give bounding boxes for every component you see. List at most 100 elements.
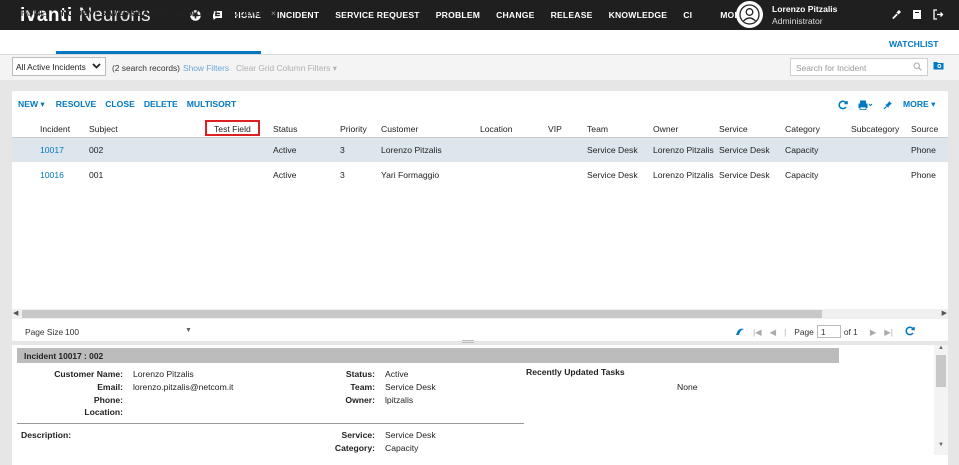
cell-service: Service Desk: [719, 170, 770, 180]
column-header-category[interactable]: Category: [785, 124, 820, 134]
team-value: Service Desk: [385, 382, 436, 392]
nav-problem[interactable]: PROBLEM: [436, 10, 480, 20]
pager-controls: |◀ ◀ | Page 1 of 1 ▶ ▶|: [735, 325, 923, 338]
scroll-right-icon[interactable]: ▶: [942, 309, 947, 317]
logout-icon[interactable]: [932, 8, 944, 20]
customer-name-value: Lorenzo Pitzalis: [133, 369, 194, 379]
column-header-source[interactable]: Source: [911, 124, 938, 134]
detail-divider: [17, 423, 524, 424]
scroll-left-icon[interactable]: ◀: [13, 309, 18, 317]
column-header-incident[interactable]: Incident: [40, 124, 70, 134]
column-header-owner[interactable]: Owner: [653, 124, 678, 134]
owner-label: Owner:: [345, 395, 375, 405]
cell-owner: Lorenzo Pitzalis: [653, 170, 714, 180]
cell-source: Phone: [911, 170, 936, 180]
detail-header: Incident 10017 : 002: [17, 348, 839, 363]
owner-value: lpitzalis: [385, 395, 414, 405]
user-role: Administrator: [772, 15, 823, 26]
panel-resize-handle[interactable]: [462, 340, 474, 343]
page-size-caret-icon[interactable]: ▼: [185, 327, 192, 334]
nav-knowledge[interactable]: KNOWLEDGE: [609, 10, 668, 20]
cell-team: Service Desk: [587, 170, 638, 180]
page-size-select[interactable]: 100: [65, 327, 79, 337]
service-label: Service:: [341, 430, 375, 440]
search-icon[interactable]: [913, 62, 922, 73]
avatar[interactable]: [736, 1, 763, 28]
tab-label: INCIDENT SAVED SEARCH: ALL ACTIVE INCIDE…: [59, 8, 268, 18]
column-header-priority[interactable]: Priority: [340, 124, 367, 134]
column-header-customer[interactable]: Customer: [381, 124, 418, 134]
saved-search-value: All Active Incidents: [16, 62, 86, 72]
location-label: Location:: [84, 407, 123, 417]
new-button[interactable]: NEW ▾: [18, 99, 45, 110]
cell-service: Service Desk: [719, 145, 770, 155]
first-page-icon[interactable]: |◀: [753, 327, 762, 337]
nav-ci[interactable]: CI: [683, 10, 692, 20]
tab-home[interactable]: HOME: [21, 8, 46, 18]
column-header-status[interactable]: Status: [273, 124, 297, 134]
page-size-label: Page Size: [25, 327, 64, 337]
cell-owner: Lorenzo Pitzalis: [653, 145, 714, 155]
multisort-button[interactable]: MULTISORT: [187, 99, 237, 110]
folder-search-icon[interactable]: [933, 61, 944, 72]
column-header-subject[interactable]: Subject: [89, 124, 118, 134]
detail-vertical-scrollbar[interactable]: ▲ ▼: [934, 345, 948, 455]
recently-updated-tasks-title: Recently Updated Tasks: [526, 367, 625, 377]
cell-incident[interactable]: 10017: [40, 145, 64, 155]
search-input[interactable]: Search for Incident: [790, 58, 928, 76]
scrollbar-thumb[interactable]: [936, 355, 946, 387]
watchlist-button[interactable]: WATCHLIST: [889, 39, 939, 49]
cell-status: Active: [273, 145, 297, 155]
refresh-icon[interactable]: [905, 326, 915, 338]
delete-button[interactable]: DELETE: [144, 99, 178, 110]
nav-release[interactable]: RELEASE: [551, 10, 593, 20]
show-filters-link[interactable]: Show Filters: [183, 63, 229, 73]
nav-incident[interactable]: INCIDENT: [277, 10, 319, 20]
column-header-location[interactable]: Location: [480, 124, 513, 134]
print-icon[interactable]: [858, 100, 873, 110]
resolve-button[interactable]: RESOLVE: [56, 99, 96, 110]
status-label: Status:: [345, 369, 375, 379]
phone-label: Phone:: [93, 395, 123, 405]
help-book-icon[interactable]: [911, 8, 923, 20]
column-header-subcategory[interactable]: Subcategory: [851, 124, 899, 134]
pin-icon[interactable]: [883, 100, 893, 110]
clear-grid-filters-link[interactable]: Clear Grid Column Filters ▾: [236, 63, 337, 73]
customer-name-label: Customer Name:: [54, 369, 123, 379]
nav-service-request[interactable]: SERVICE REQUEST: [335, 10, 420, 20]
close-button[interactable]: CLOSE: [105, 99, 135, 110]
grid-horizontal-scrollbar[interactable]: ◀ ▶: [12, 309, 948, 319]
refresh-icon[interactable]: [838, 100, 848, 110]
pager-divider: |: [784, 326, 787, 337]
user-menu[interactable]: Lorenzo Pitzalis Administrator: [736, 1, 837, 28]
column-header-vip[interactable]: VIP: [548, 124, 562, 134]
bookmark-flag-icon[interactable]: [735, 326, 745, 338]
scrollbar-thumb[interactable]: [22, 310, 822, 318]
tab-close-icon[interactable]: ×: [271, 8, 276, 18]
user-name: Lorenzo Pitzalis: [772, 3, 838, 14]
wrench-icon[interactable]: [890, 8, 902, 20]
page-number-input[interactable]: 1: [816, 325, 841, 338]
cell-source: Phone: [911, 145, 936, 155]
scroll-down-icon[interactable]: ▼: [938, 442, 944, 448]
cell-priority: 3: [340, 145, 345, 155]
nav-change[interactable]: CHANGE: [496, 10, 534, 20]
scroll-up-icon[interactable]: ▲: [938, 345, 944, 351]
cell-incident[interactable]: 10016: [40, 170, 64, 180]
next-page-icon[interactable]: ▶: [870, 327, 876, 337]
cell-category: Capacity: [785, 145, 819, 155]
category-label: Category:: [334, 443, 375, 453]
last-page-icon[interactable]: ▶|: [884, 327, 893, 337]
more-button[interactable]: MORE ▾: [903, 99, 935, 110]
record-count: (2 search records): [112, 63, 180, 73]
status-value: Active: [385, 369, 409, 379]
service-value: Service Desk: [385, 430, 436, 440]
recently-updated-tasks-value: None: [677, 382, 698, 392]
column-header-team[interactable]: Team: [587, 124, 608, 134]
category-value: Capacity: [385, 443, 419, 453]
tab-incident-saved-search[interactable]: INCIDENT SAVED SEARCH: ALL ACTIVE INCIDE…: [59, 8, 276, 18]
prev-page-icon[interactable]: ◀: [770, 327, 776, 337]
saved-search-select[interactable]: All Active Incidents: [12, 57, 106, 76]
main-nav: HOME INCIDENT SERVICE REQUEST PROBLEM CH…: [234, 10, 770, 20]
column-header-service[interactable]: Service: [719, 124, 748, 134]
